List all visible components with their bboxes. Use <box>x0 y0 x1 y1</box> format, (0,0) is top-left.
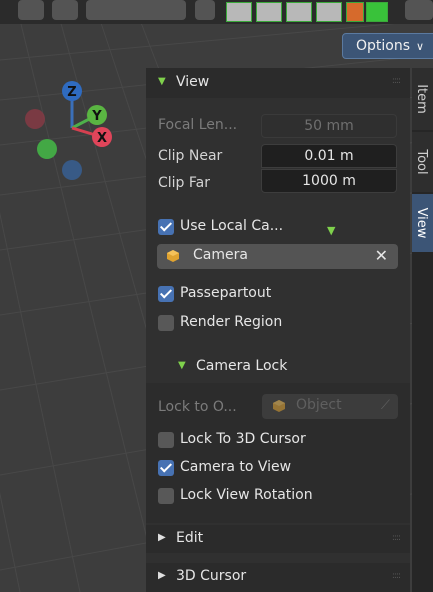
cursor-panel-header[interactable]: ▶ 3D Cursor :::: <box>146 563 410 592</box>
lock-to-object-label: Lock to O... <box>158 399 237 415</box>
tab-item-label: Item <box>414 84 429 114</box>
focal-length-field[interactable]: 50 mm <box>261 114 397 138</box>
header-button[interactable] <box>405 0 433 20</box>
collapse-triangle-icon: ▶ <box>158 532 166 543</box>
gizmo-x-label: X <box>97 131 107 146</box>
lock-to-cursor-checkbox[interactable] <box>158 432 174 448</box>
passepartout-label: Passepartout <box>180 285 272 301</box>
view-panel-title: View <box>176 74 210 90</box>
overlay-button[interactable] <box>366 2 388 22</box>
local-camera-field[interactable]: Camera ✕ <box>157 244 398 269</box>
options-dropdown[interactable]: Options ∨ <box>342 33 433 59</box>
viewport-shading-button[interactable] <box>86 0 186 20</box>
expand-triangle-icon: ▼ <box>158 76 166 87</box>
header-button[interactable] <box>195 0 215 20</box>
expand-triangle-icon: ▼ <box>178 360 186 371</box>
overlay-button[interactable] <box>286 2 312 22</box>
passepartout-checkbox[interactable] <box>158 286 174 302</box>
tab-view-label: View <box>414 207 429 239</box>
object-placeholder: Object <box>296 397 342 413</box>
sidebar-tabs: Item Tool View <box>412 68 433 592</box>
use-local-camera-label: Use Local Ca... <box>180 218 284 234</box>
tab-tool[interactable]: Tool <box>412 132 433 192</box>
clip-near-label: Clip Near <box>158 148 223 164</box>
header-button[interactable] <box>18 0 44 20</box>
tab-item[interactable]: Item <box>412 68 433 130</box>
overlay-button[interactable] <box>316 2 342 22</box>
overlay-button[interactable] <box>346 2 364 22</box>
clip-far-field[interactable]: 1000 m <box>261 169 397 193</box>
view-panel-header[interactable]: ▼ View :::: <box>146 68 410 98</box>
cursor-panel-title: 3D Cursor <box>176 568 247 584</box>
focal-length-label: Focal Len... <box>158 117 238 133</box>
lock-view-rotation-label: Lock View Rotation <box>180 487 313 503</box>
eyedropper-icon[interactable]: ⟋ <box>381 398 390 413</box>
expand-triangle-icon[interactable]: ▼ <box>327 224 335 237</box>
overlay-button[interactable] <box>226 2 252 22</box>
lock-object-field[interactable]: Object ⟋ <box>262 394 398 419</box>
gizmo-z-label: Z <box>67 85 76 100</box>
edit-panel-title: Edit <box>176 530 204 546</box>
lock-view-rotation-checkbox[interactable] <box>158 488 174 504</box>
camera-to-view-label: Camera to View <box>180 459 292 475</box>
tab-tool-label: Tool <box>414 149 429 175</box>
chevron-down-icon: ∨ <box>416 40 425 53</box>
camera-name: Camera <box>193 247 248 263</box>
clip-far-label: Clip Far <box>158 175 210 191</box>
camera-object-icon <box>167 250 179 262</box>
options-label: Options <box>356 38 411 54</box>
drag-handle-icon[interactable]: :::: <box>392 76 401 86</box>
render-region-checkbox[interactable] <box>158 315 174 331</box>
collapse-triangle-icon: ▶ <box>158 570 166 581</box>
camera-lock-title: Camera Lock <box>196 358 288 374</box>
drag-handle-icon[interactable]: :::: <box>392 571 401 581</box>
object-icon <box>273 400 285 412</box>
camera-to-view-checkbox[interactable] <box>158 460 174 476</box>
overlay-button[interactable] <box>256 2 282 22</box>
edit-panel-header[interactable]: ▶ Edit :::: <box>146 525 410 553</box>
viewport-header <box>0 0 433 24</box>
tab-view[interactable]: View <box>412 194 433 252</box>
use-local-camera-checkbox[interactable] <box>158 219 174 235</box>
header-button[interactable] <box>52 0 78 20</box>
navigation-gizmo[interactable]: Z Y X <box>20 78 120 188</box>
drag-handle-icon[interactable]: :::: <box>392 533 401 543</box>
lock-to-cursor-label: Lock To 3D Cursor <box>180 431 306 447</box>
clip-near-field[interactable]: 0.01 m <box>261 144 397 168</box>
render-region-label: Render Region <box>180 314 283 330</box>
gizmo-y-label: Y <box>91 109 102 124</box>
close-icon[interactable]: ✕ <box>375 246 388 265</box>
camera-lock-header[interactable]: ▼ Camera Lock <box>146 352 410 382</box>
